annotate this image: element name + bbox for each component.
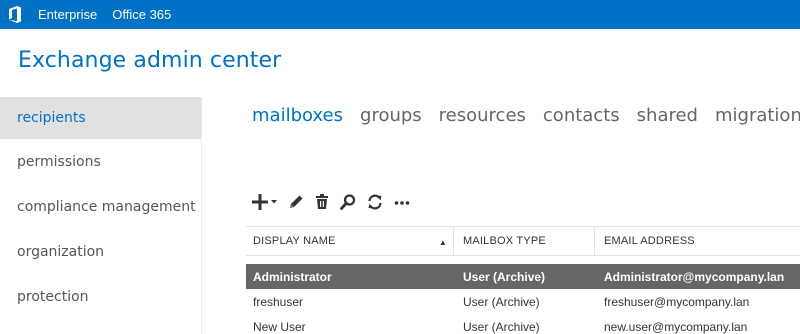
tab-contacts[interactable]: contacts (543, 105, 620, 126)
tab-shared[interactable]: shared (637, 105, 698, 126)
add-dropdown-icon (252, 194, 277, 210)
top-navigation-bar: Enterprise Office 365 (0, 0, 800, 29)
email-address-cell: new.user@mycompany.lan (604, 319, 748, 334)
nav-item-permissions[interactable]: permissions (0, 139, 201, 184)
mailbox-type-cell: User (Archive) (463, 269, 546, 284)
mailbox-type-cell: User (Archive) (463, 294, 540, 309)
tab-migration[interactable]: migration (715, 105, 800, 126)
column-header-mailbox-type[interactable]: MAILBOX TYPE (453, 227, 594, 255)
email-address-cell: Administrator@mycompany.lan (604, 269, 785, 284)
column-header-label: MAILBOX TYPE (463, 235, 546, 247)
table-header: DISPLAY NAME ▲ MAILBOX TYPE EMAIL ADDRES… (246, 226, 800, 256)
mailbox-toolbar (250, 190, 418, 214)
tab-mailboxes[interactable]: mailboxes (252, 105, 343, 126)
edit-button[interactable] (286, 190, 306, 214)
edit-icon (290, 195, 303, 208)
display-name-cell: Administrator (253, 269, 332, 284)
display-name-cell: New User (253, 319, 306, 334)
refresh-button[interactable] (364, 190, 386, 214)
left-navigation: recipients permissions compliance manage… (0, 97, 201, 334)
recipient-tabs: mailboxes groups resources contacts shar… (252, 105, 800, 126)
nav-item-compliance-management[interactable]: compliance management (0, 184, 201, 229)
nav-item-protection[interactable]: protection (0, 274, 201, 319)
delete-button[interactable] (312, 190, 332, 214)
column-header-label: EMAIL ADDRESS (604, 235, 695, 247)
office-logo-icon[interactable] (0, 0, 30, 29)
email-address-cell: freshuser@mycompany.lan (604, 294, 750, 309)
column-header-email-address[interactable]: EMAIL ADDRESS (594, 227, 800, 255)
search-icon (340, 194, 356, 210)
refresh-icon (368, 194, 382, 210)
delete-icon (316, 194, 328, 209)
table-row[interactable]: Administrator User (Archive) Administrat… (246, 264, 800, 289)
table-row[interactable]: New User User (Archive) new.user@mycompa… (246, 314, 800, 334)
more-button[interactable] (392, 190, 412, 214)
tab-resources[interactable]: resources (439, 105, 526, 126)
display-name-cell: freshuser (253, 294, 304, 309)
office-365-link[interactable]: Office 365 (112, 7, 171, 22)
enterprise-link[interactable]: Enterprise (38, 7, 97, 22)
more-icon (394, 201, 410, 205)
add-button[interactable] (250, 190, 280, 214)
page-title: Exchange admin center (18, 48, 282, 73)
nav-divider (201, 97, 202, 334)
nav-item-organization[interactable]: organization (0, 229, 201, 274)
column-header-label: DISPLAY NAME (253, 235, 336, 247)
sort-ascending-icon: ▲ (438, 238, 447, 247)
column-header-display-name[interactable]: DISPLAY NAME ▲ (246, 227, 453, 255)
mailbox-type-cell: User (Archive) (463, 319, 540, 334)
nav-item-recipients[interactable]: recipients (0, 97, 201, 139)
table-row[interactable]: freshuser User (Archive) freshuser@mycom… (246, 289, 800, 314)
search-button[interactable] (338, 190, 358, 214)
mailbox-list: DISPLAY NAME ▲ MAILBOX TYPE EMAIL ADDRES… (246, 226, 800, 334)
table-body: Administrator User (Archive) Administrat… (246, 264, 800, 334)
tab-groups[interactable]: groups (360, 105, 422, 126)
